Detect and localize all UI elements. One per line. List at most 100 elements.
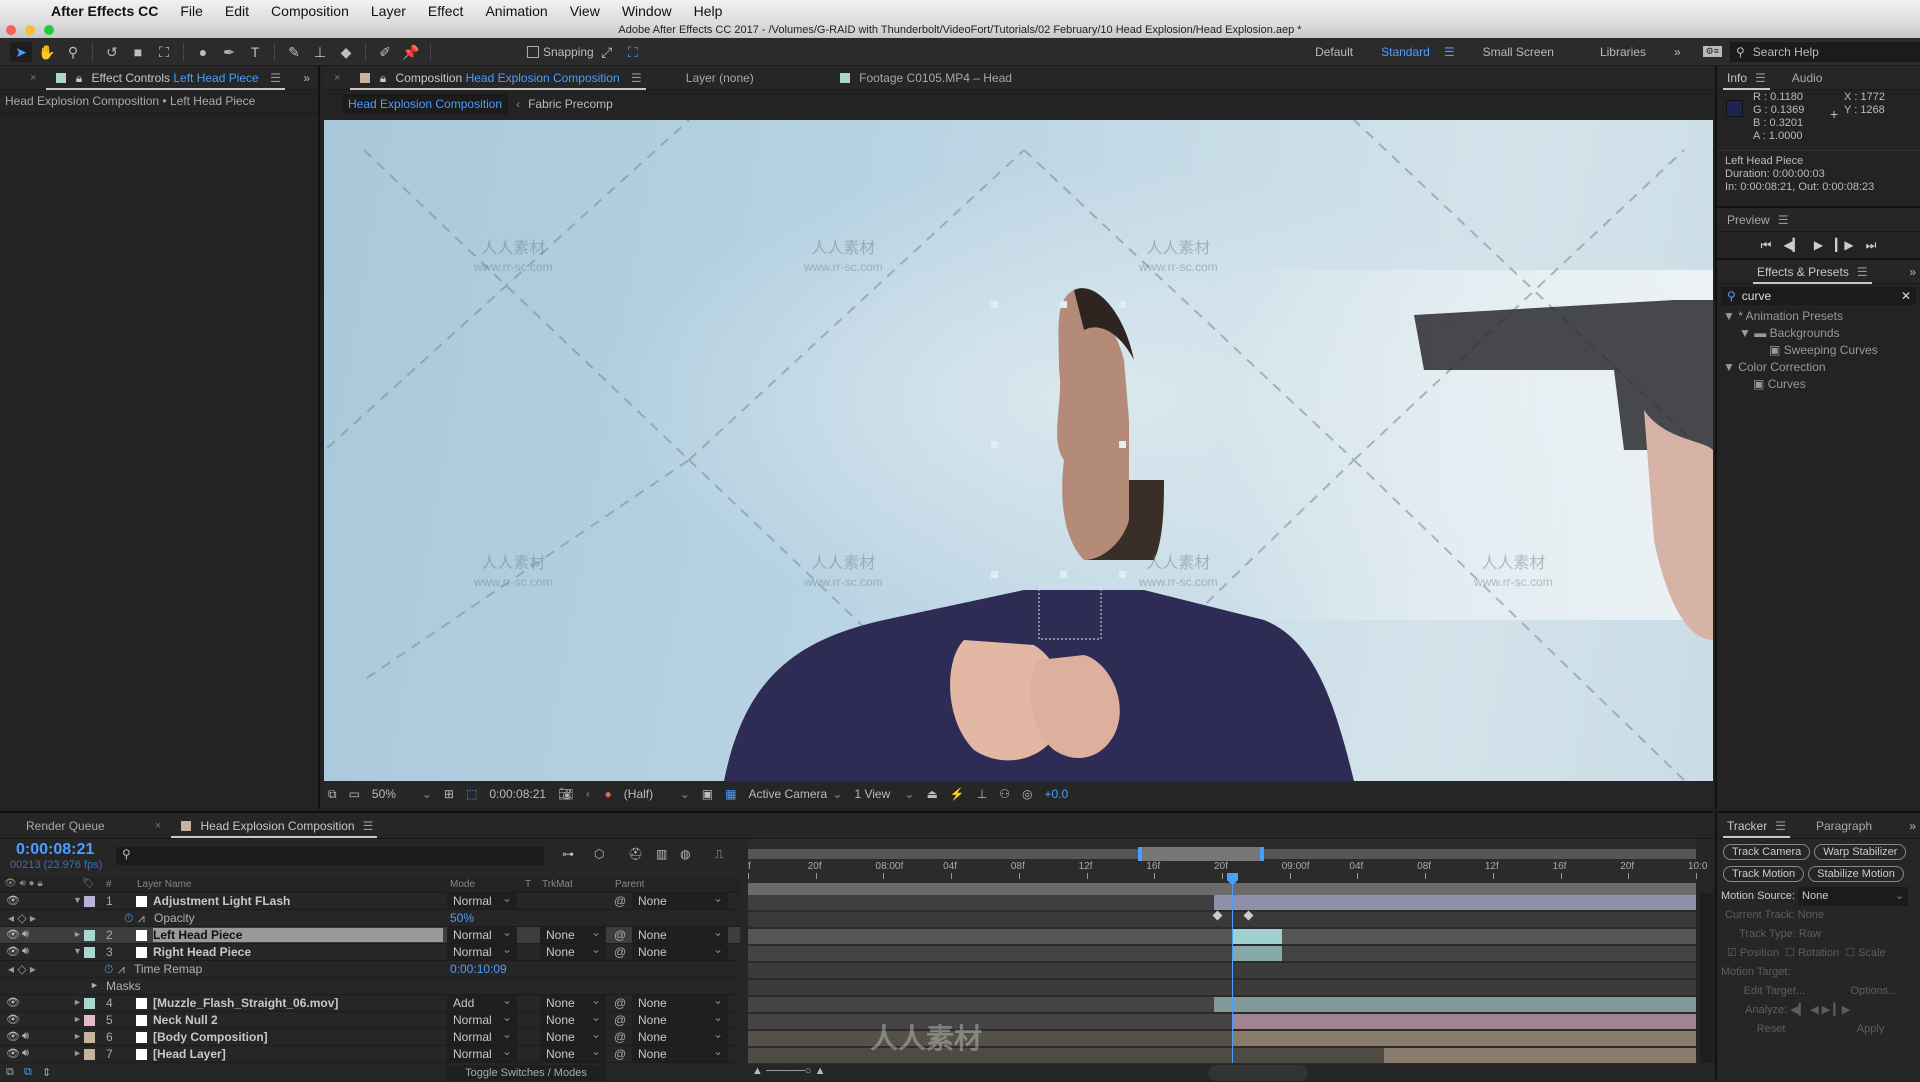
shy-layers-icon[interactable]: ⛑: [628, 847, 643, 861]
pickwhip-icon[interactable]: @: [614, 894, 626, 908]
transparency-grid-icon[interactable]: ▦: [725, 787, 736, 801]
layer-name[interactable]: [Head Layer]: [153, 1047, 226, 1061]
zoom-slider[interactable]: ▲ ─────○ ▲: [752, 1065, 852, 1082]
play-icon[interactable]: ▶: [1814, 238, 1823, 252]
tab-effect-controls[interactable]: 🔒︎ Effect Controls Left Head Piece ☰: [40, 66, 290, 90]
menu-effect[interactable]: Effect: [417, 3, 475, 19]
layer-switches-icon[interactable]: ⧉: [6, 1066, 14, 1079]
current-track-dropdown[interactable]: None: [1798, 909, 1824, 921]
label-color-swatch[interactable]: [84, 930, 95, 941]
resolution-dropdown[interactable]: (Half) ⌄: [624, 787, 690, 801]
tab-footage[interactable]: Footage C0105.MP4 – Head: [824, 66, 1022, 90]
expand-icon[interactable]: »: [1909, 819, 1916, 833]
layer-name[interactable]: Left Head Piece: [153, 928, 443, 942]
layer-search-field[interactable]: ⚲: [116, 847, 544, 865]
close-timeline-tab-icon[interactable]: ×: [155, 820, 161, 832]
menu-app-name[interactable]: After Effects CC: [40, 3, 169, 19]
motion-source-dropdown[interactable]: None ⌄: [1798, 887, 1909, 906]
tab-tracker[interactable]: Tracker ☰: [1717, 814, 1796, 838]
nav-head-explosion-comp[interactable]: Head Explosion Composition: [342, 94, 509, 114]
tree-item-curves[interactable]: ▣ Curves: [1723, 376, 1920, 393]
magnification-dropdown[interactable]: 50% ⌄: [372, 787, 432, 801]
tab-audio[interactable]: Audio: [1782, 66, 1833, 90]
close-window-button[interactable]: [6, 25, 16, 35]
channels-icon[interactable]: ●: [605, 787, 612, 801]
type-tool-icon[interactable]: T: [244, 42, 266, 62]
rotation-checkbox[interactable]: ☐ Rotation: [1785, 947, 1839, 959]
layer-row[interactable]: 👁︎🔊︎►6[Body Composition]NormalNone@None: [0, 1026, 740, 1046]
expand-icon[interactable]: »: [1909, 265, 1916, 279]
track-camera-button[interactable]: Track Camera: [1723, 844, 1811, 860]
hand-tool-icon[interactable]: ✋: [36, 42, 58, 62]
visibility-eye-icon[interactable]: 👁︎: [6, 928, 20, 941]
label-color-swatch[interactable]: [84, 947, 95, 958]
track-motion-button[interactable]: Track Motion: [1723, 866, 1805, 882]
camera-view-dropdown[interactable]: Active Camera ⌄: [748, 787, 842, 801]
menu-edit[interactable]: Edit: [214, 3, 260, 19]
layer-name[interactable]: [Body Composition]: [153, 1030, 268, 1044]
selection-tool-icon[interactable]: ➤: [10, 41, 32, 62]
previous-frame-icon[interactable]: ◀▎: [1783, 238, 1801, 252]
puppet-pin-tool-icon[interactable]: 📌: [400, 42, 422, 62]
label-color-swatch[interactable]: [84, 1049, 95, 1060]
mode-dropdown[interactable]: Normal: [447, 890, 517, 909]
apply-button[interactable]: Apply: [1857, 1020, 1885, 1039]
in-out-icon[interactable]: ⇕: [42, 1066, 51, 1079]
edit-target-button[interactable]: Edit Target...: [1744, 982, 1806, 1001]
menu-composition[interactable]: Composition: [260, 3, 360, 19]
frame-blending-icon[interactable]: ▥: [656, 847, 667, 861]
layer-row[interactable]: 👁︎ ▼ 1 Adjustment Light FLash Normal @ None: [0, 890, 740, 910]
layer-row[interactable]: 👁︎🔊︎ ► 7 [Head Layer] Normal None @ None: [0, 1043, 740, 1063]
snapshot-camera-icon[interactable]: 📷︎: [558, 787, 573, 801]
timeline-icon[interactable]: ⊥: [977, 787, 987, 801]
analyze-forward-icon[interactable]: ▶: [1822, 1004, 1830, 1016]
twirl-toggle-icon[interactable]: ▼: [73, 895, 82, 905]
time-navigator-handles[interactable]: [1138, 847, 1264, 861]
show-snapshot-icon[interactable]: ◐: [585, 787, 592, 801]
time-ruler[interactable]: f 20f 08:00f 04f 08f 12f 16f 20f 09:00f 04f 08f 12f…: [748, 861, 1707, 881]
twirl-toggle-icon[interactable]: ►: [73, 929, 82, 939]
tab-paragraph[interactable]: Paragraph: [1806, 814, 1882, 838]
menu-view[interactable]: View: [559, 3, 611, 19]
layer-duration-bar[interactable]: [1232, 1014, 1696, 1029]
layer-duration-bar[interactable]: [748, 929, 1696, 944]
mask-visibility-icon[interactable]: ⬚: [466, 787, 477, 801]
snapping-checkbox[interactable]: [527, 45, 539, 58]
tab-timeline-comp[interactable]: Head Explosion Composition ☰: [165, 814, 383, 838]
layer-duration-bar[interactable]: [1232, 929, 1282, 944]
layer-name[interactable]: Right Head Piece: [153, 945, 251, 959]
scale-checkbox[interactable]: ☐ Scale: [1845, 947, 1885, 959]
analyze-backward-icon[interactable]: ◀: [1810, 1004, 1818, 1016]
layer-duration-bar[interactable]: [748, 980, 1696, 995]
zoom-tool-icon[interactable]: ⚲: [62, 42, 84, 62]
visibility-eye-icon[interactable]: 👁︎: [6, 996, 20, 1009]
visibility-eye-icon[interactable]: 👁︎: [6, 1030, 20, 1043]
twirl-toggle-icon[interactable]: ►: [90, 980, 99, 990]
col-layer-name[interactable]: Layer Name: [137, 879, 191, 890]
label-color-swatch[interactable]: [84, 896, 95, 907]
trkmat-dropdown[interactable]: None: [540, 941, 606, 960]
analyze-forward-frame-icon[interactable]: ▎▶: [1833, 1004, 1850, 1016]
eraser-tool-icon[interactable]: ◆: [335, 42, 357, 62]
pickwhip-icon[interactable]: @: [614, 945, 626, 959]
visibility-eye-icon[interactable]: 👁︎: [6, 894, 20, 907]
always-preview-icon[interactable]: ⧉: [328, 787, 337, 802]
stabilize-motion-button[interactable]: Stabilize Motion: [1808, 866, 1904, 882]
reset-button[interactable]: Reset: [1757, 1020, 1786, 1039]
parent-dropdown[interactable]: None: [632, 890, 728, 909]
warp-stabilizer-button[interactable]: Warp Stabilizer: [1814, 844, 1907, 860]
transfer-controls-icon[interactable]: ⧉: [24, 1066, 32, 1079]
twirl-toggle-icon[interactable]: ▼: [73, 946, 82, 956]
region-of-interest-icon[interactable]: ▣: [702, 787, 713, 801]
tab-layer[interactable]: Layer (none): [676, 66, 764, 90]
exposure-value[interactable]: +0.0: [1044, 787, 1068, 801]
close-comp-tab-icon[interactable]: ×: [334, 72, 340, 84]
twirl-toggle-icon[interactable]: ►: [73, 997, 82, 1007]
layer-name[interactable]: [Muzzle_Flash_Straight_06.mov]: [153, 996, 338, 1010]
work-area-navigator[interactable]: [748, 847, 1696, 861]
timeline-scrollbar[interactable]: [1700, 893, 1713, 1063]
tab-render-queue[interactable]: Render Queue: [16, 814, 115, 838]
composition-viewer[interactable]: 人人素材 www.rr-sc.com 人人素材 www.rr-sc.com 人人素材…: [324, 120, 1713, 781]
fast-previews-icon[interactable]: ⚡: [950, 787, 965, 801]
toggle-pixel-aspect-icon[interactable]: ⏏: [926, 787, 937, 801]
